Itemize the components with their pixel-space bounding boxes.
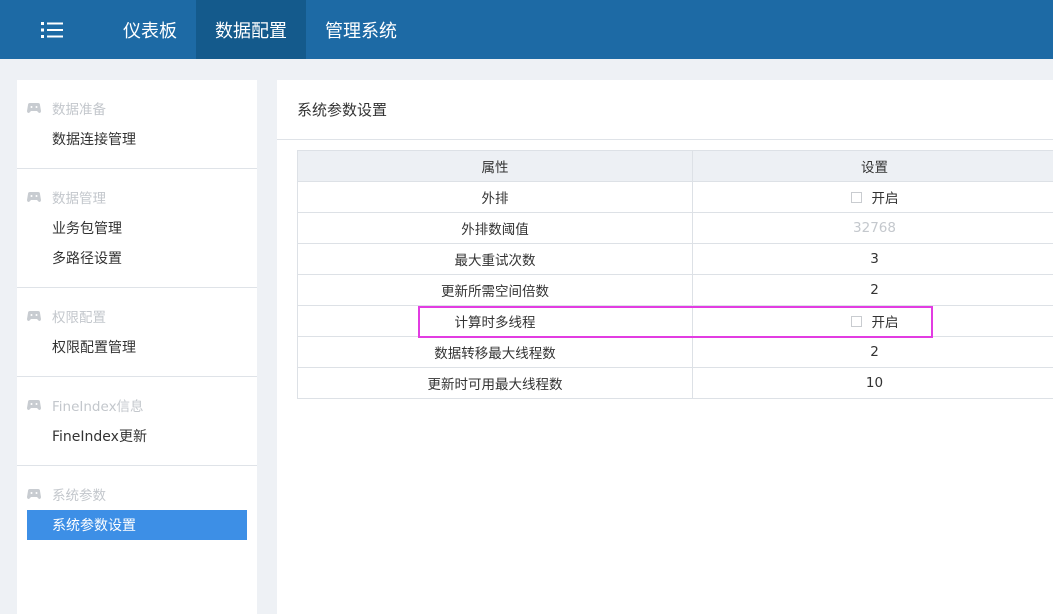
tab-management-system[interactable]: 管理系统: [306, 0, 416, 59]
sidebar-item-fineindex-update[interactable]: FineIndex更新: [27, 421, 247, 451]
main-panel: 系统参数设置 属性 设置 外排 开启 外排数阈值 32768 最大重试次数 3 …: [277, 80, 1053, 614]
sidebar-group-data-management: 数据管理 业务包管理 多路径设置: [17, 169, 257, 288]
table-row: 外排数阈值 32768: [297, 212, 1053, 244]
row-attribute: 更新时可用最大线程数: [297, 367, 693, 399]
row-attribute: 外排数阈值: [297, 212, 693, 244]
table-header-row: 属性 设置: [297, 150, 1053, 182]
sidebar-group-title: FineIndex信息: [17, 389, 257, 421]
sidebar-group-data-prep: 数据准备 数据连接管理: [17, 80, 257, 169]
sidebar: 数据准备 数据连接管理 数据管理 业务包管理 多路径设置 权限配置 权限配置管理: [17, 80, 257, 614]
multithread-calc-checkbox[interactable]: 开启: [850, 311, 899, 331]
sidebar-group-title-text: FineIndex信息: [52, 399, 144, 415]
list-menu-icon[interactable]: [0, 0, 104, 59]
row-attribute: 数据转移最大线程数: [297, 336, 693, 368]
gamepad-icon: [27, 489, 41, 499]
tab-data-config[interactable]: 数据配置: [196, 0, 306, 59]
header-setting: 设置: [692, 150, 1053, 182]
gamepad-icon: [27, 311, 41, 321]
sidebar-group-title: 系统参数: [17, 478, 257, 510]
sidebar-item-data-connection[interactable]: 数据连接管理: [27, 124, 247, 154]
gamepad-icon: [27, 400, 41, 410]
checkbox-label[interactable]: 开启: [872, 187, 899, 207]
sidebar-item-permission-management[interactable]: 权限配置管理: [27, 332, 247, 362]
top-navigation-bar: 仪表板 数据配置 管理系统: [0, 0, 1053, 59]
sidebar-group-title-text: 权限配置: [52, 310, 106, 326]
checkbox-label[interactable]: 开启: [872, 311, 899, 331]
external-sort-threshold-value[interactable]: 32768: [692, 212, 1053, 244]
row-setting: 开启: [692, 181, 1053, 213]
table-row: 计算时多线程 开启: [297, 305, 1053, 337]
update-max-threads-value[interactable]: 10: [692, 367, 1053, 399]
sidebar-group-system-params: 系统参数 系统参数设置: [17, 466, 257, 554]
sidebar-item-system-params-settings[interactable]: 系统参数设置: [27, 510, 247, 540]
space-multiple-value[interactable]: 2: [692, 274, 1053, 306]
table-row: 更新时可用最大线程数 10: [297, 367, 1053, 399]
sidebar-group-fineindex: FineIndex信息 FineIndex更新: [17, 377, 257, 466]
row-setting: 开启: [692, 305, 1053, 337]
sidebar-group-permission: 权限配置 权限配置管理: [17, 288, 257, 377]
table-row: 外排 开启: [297, 181, 1053, 213]
row-attribute: 更新所需空间倍数: [297, 274, 693, 306]
sidebar-group-title-text: 系统参数: [52, 488, 106, 504]
table-row: 数据转移最大线程数 2: [297, 336, 1053, 368]
row-attribute: 外排: [297, 181, 693, 213]
gamepad-icon: [27, 103, 41, 113]
sidebar-group-title-text: 数据管理: [52, 191, 106, 207]
list-menu-icon-svg: [41, 21, 63, 38]
sidebar-group-title-text: 数据准备: [52, 102, 106, 118]
page-title: 系统参数设置: [277, 80, 1053, 140]
checkbox-box[interactable]: [850, 315, 862, 327]
max-retry-value[interactable]: 3: [692, 243, 1053, 275]
header-attribute: 属性: [297, 150, 693, 182]
tab-dashboard[interactable]: 仪表板: [104, 0, 196, 59]
row-attribute: 计算时多线程: [297, 305, 693, 337]
external-sort-checkbox[interactable]: 开启: [850, 187, 899, 207]
sidebar-item-business-package[interactable]: 业务包管理: [27, 213, 247, 243]
sidebar-group-title: 数据准备: [17, 92, 257, 124]
sidebar-item-multipath[interactable]: 多路径设置: [27, 243, 247, 273]
gamepad-icon: [27, 192, 41, 202]
transfer-max-threads-value[interactable]: 2: [692, 336, 1053, 368]
table-row: 最大重试次数 3: [297, 243, 1053, 275]
table-row: 更新所需空间倍数 2: [297, 274, 1053, 306]
sidebar-group-title: 数据管理: [17, 181, 257, 213]
sidebar-group-title: 权限配置: [17, 300, 257, 332]
params-table: 属性 设置 外排 开启 外排数阈值 32768 最大重试次数 3 更新所需空间倍…: [297, 150, 1053, 399]
checkbox-box[interactable]: [850, 191, 862, 203]
row-attribute: 最大重试次数: [297, 243, 693, 275]
